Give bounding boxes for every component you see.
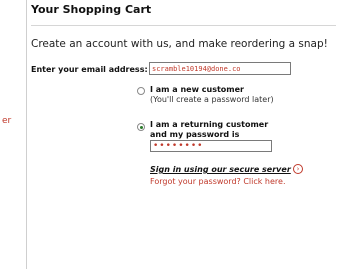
cart-subtitle: Create an account with us, and make reor… [31,38,328,50]
secure-signin-link[interactable]: Sign in using our secure server [150,165,291,174]
new-customer-note: (You'll create a password later) [150,95,274,104]
cropped-side-text: er [2,116,12,126]
returning-customer-radio[interactable] [137,123,145,131]
returning-customer-label-line2: and my password is [150,130,240,139]
vertical-divider [26,0,27,269]
returning-customer-label: I am a returning customer [150,120,269,129]
new-customer-radio[interactable] [137,87,145,95]
left-page-edge: er [0,0,26,269]
email-label: Enter your email address: [31,65,148,74]
new-customer-label: I am a new customer [150,85,244,94]
arrow-right-circle-icon[interactable]: › [293,164,303,174]
password-field[interactable]: •••••••• [150,140,272,152]
email-field[interactable] [149,62,291,75]
title-divider [31,25,336,26]
forgot-password-link[interactable]: Forgot your password? Click here. [150,177,286,186]
page-title: Your Shopping Cart [31,3,152,16]
